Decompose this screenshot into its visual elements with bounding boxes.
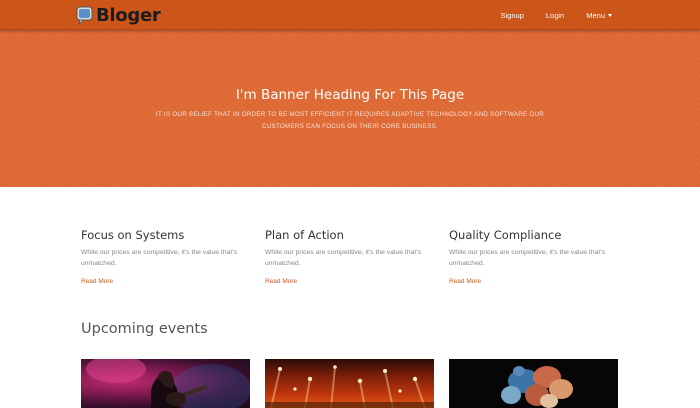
feature-text: While our prices are competitive, it's t… [449, 249, 605, 267]
chevron-down-icon [608, 14, 612, 18]
events-section-title: Upcoming events [81, 321, 208, 337]
read-more-link[interactable]: Read More [81, 278, 113, 285]
feature-title: Quality Compliance [449, 228, 562, 242]
nav-menu-dropdown[interactable]: Menu [586, 11, 612, 20]
navbar: Bloger Signup Login Menu [0, 0, 700, 30]
event-image-stage-lights[interactable] [265, 359, 434, 408]
event-image-sculpture[interactable] [449, 359, 618, 408]
nav-links: Signup Login Menu [479, 0, 612, 30]
read-more-link[interactable]: Read More [265, 278, 297, 285]
hero-banner: I'm Banner Heading For This Page It is o… [0, 30, 700, 187]
brand-logo[interactable]: Bloger [76, 4, 161, 26]
nav-menu-label: Menu [586, 10, 605, 20]
feature-title: Plan of Action [265, 228, 344, 242]
feature-title: Focus on Systems [81, 228, 185, 242]
banner-subtext: It is our belief that in order to be mos… [155, 111, 545, 130]
brand-name: Bloger [96, 4, 161, 26]
event-image-concert-guitarist[interactable] [81, 359, 250, 408]
banner-heading: I'm Banner Heading For This Page [235, 87, 465, 103]
feature-card: Plan of Action While our prices are comp… [265, 228, 440, 285]
feature-text: While our prices are competitive, it's t… [81, 249, 237, 267]
feature-card: Quality Compliance While our prices are … [449, 228, 624, 285]
nav-signup-link[interactable]: Signup [501, 11, 524, 20]
speech-bubble-icon [76, 6, 93, 25]
stage-lights-photo [265, 365, 434, 408]
read-more-link[interactable]: Read More [449, 278, 481, 285]
guitarist-photo [86, 359, 250, 408]
feature-text: While our prices are competitive, it's t… [265, 249, 421, 267]
sculpture-photo [501, 366, 573, 408]
nav-login-link[interactable]: Login [546, 11, 564, 20]
feature-card: Focus on Systems While our prices are co… [81, 228, 256, 285]
